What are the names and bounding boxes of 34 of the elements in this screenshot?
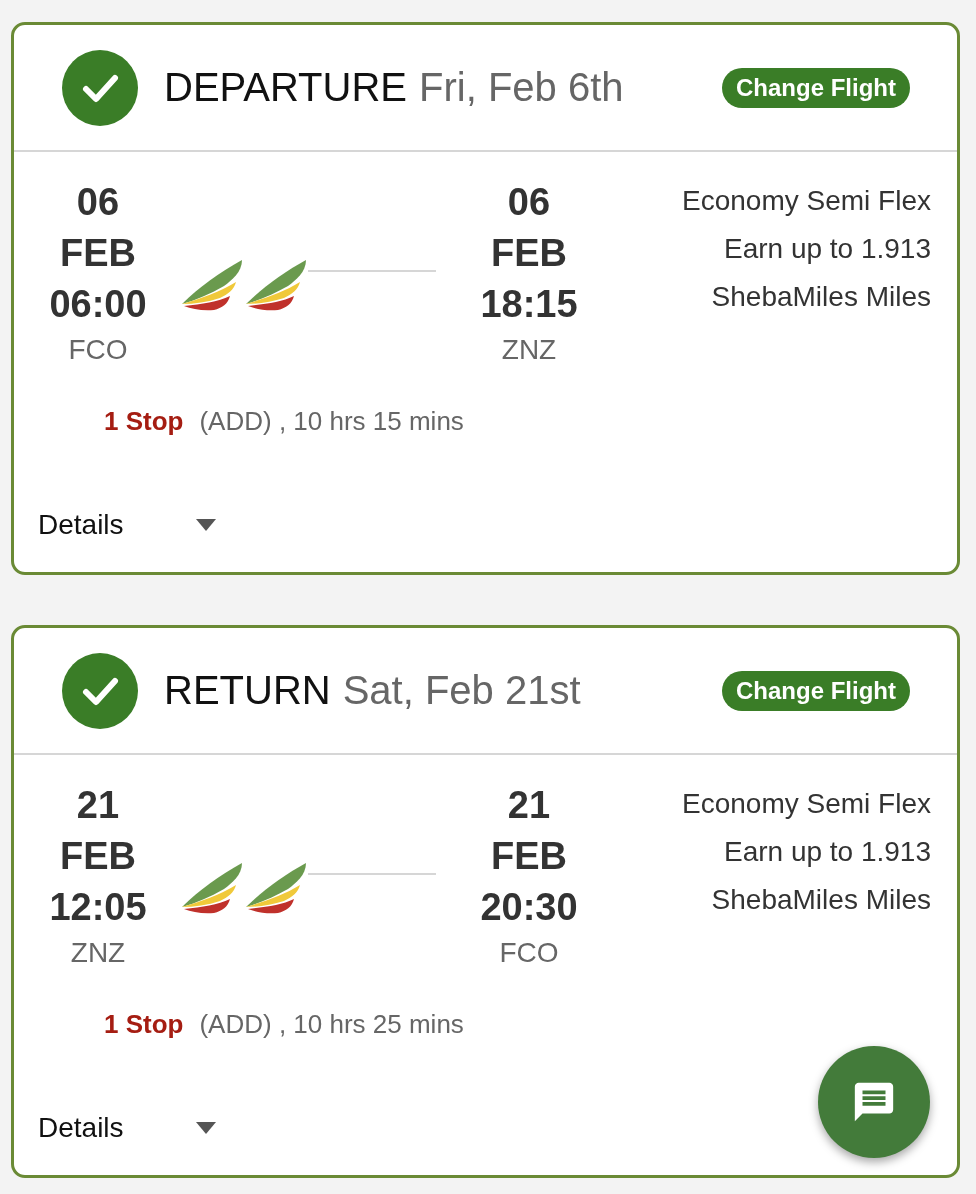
airport-code: FCO xyxy=(68,333,128,367)
details-toggle[interactable]: Details xyxy=(38,1110,216,1146)
miles-text: Earn up to 1.913 xyxy=(723,835,931,869)
time: 18:15 xyxy=(480,282,578,327)
day: 21 xyxy=(76,780,120,831)
fare-class: Economy Semi Flex xyxy=(682,787,931,821)
miles-text: ShebaMiles Miles xyxy=(711,883,931,917)
flight-date: Fri, Feb 6th xyxy=(419,65,624,110)
airport-code: ZNZ xyxy=(501,333,557,367)
change-flight-button[interactable]: Change Flight xyxy=(722,670,910,711)
miles-text: Earn up to 1.913 xyxy=(723,232,931,266)
day: 06 xyxy=(76,177,120,228)
flight-label: RETURN xyxy=(164,668,331,713)
change-flight-button[interactable]: Change Flight xyxy=(722,67,910,108)
airport-code: ZNZ xyxy=(70,936,126,970)
stops-count: 1 Stop xyxy=(104,1008,184,1041)
time: 06:00 xyxy=(49,282,147,327)
day: 21 xyxy=(507,780,551,831)
day: 06 xyxy=(507,177,551,228)
stop-info: (ADD) , 10 hrs 25 mins xyxy=(199,1008,464,1041)
month: FEB xyxy=(491,231,567,276)
flight-label: DEPARTURE xyxy=(164,65,407,110)
stop-info: (ADD) , 10 hrs 15 mins xyxy=(199,405,464,438)
stops-count: 1 Stop xyxy=(104,405,184,438)
airport-code: FCO xyxy=(499,936,559,970)
time: 20:30 xyxy=(480,885,578,930)
month: FEB xyxy=(60,834,136,879)
month: FEB xyxy=(60,231,136,276)
time: 12:05 xyxy=(49,885,147,930)
fare-class: Economy Semi Flex xyxy=(682,184,931,218)
miles-text: ShebaMiles Miles xyxy=(711,280,931,314)
month: FEB xyxy=(491,834,567,879)
flight-date: Sat, Feb 21st xyxy=(342,668,581,713)
details-toggle[interactable]: Details xyxy=(38,507,216,543)
